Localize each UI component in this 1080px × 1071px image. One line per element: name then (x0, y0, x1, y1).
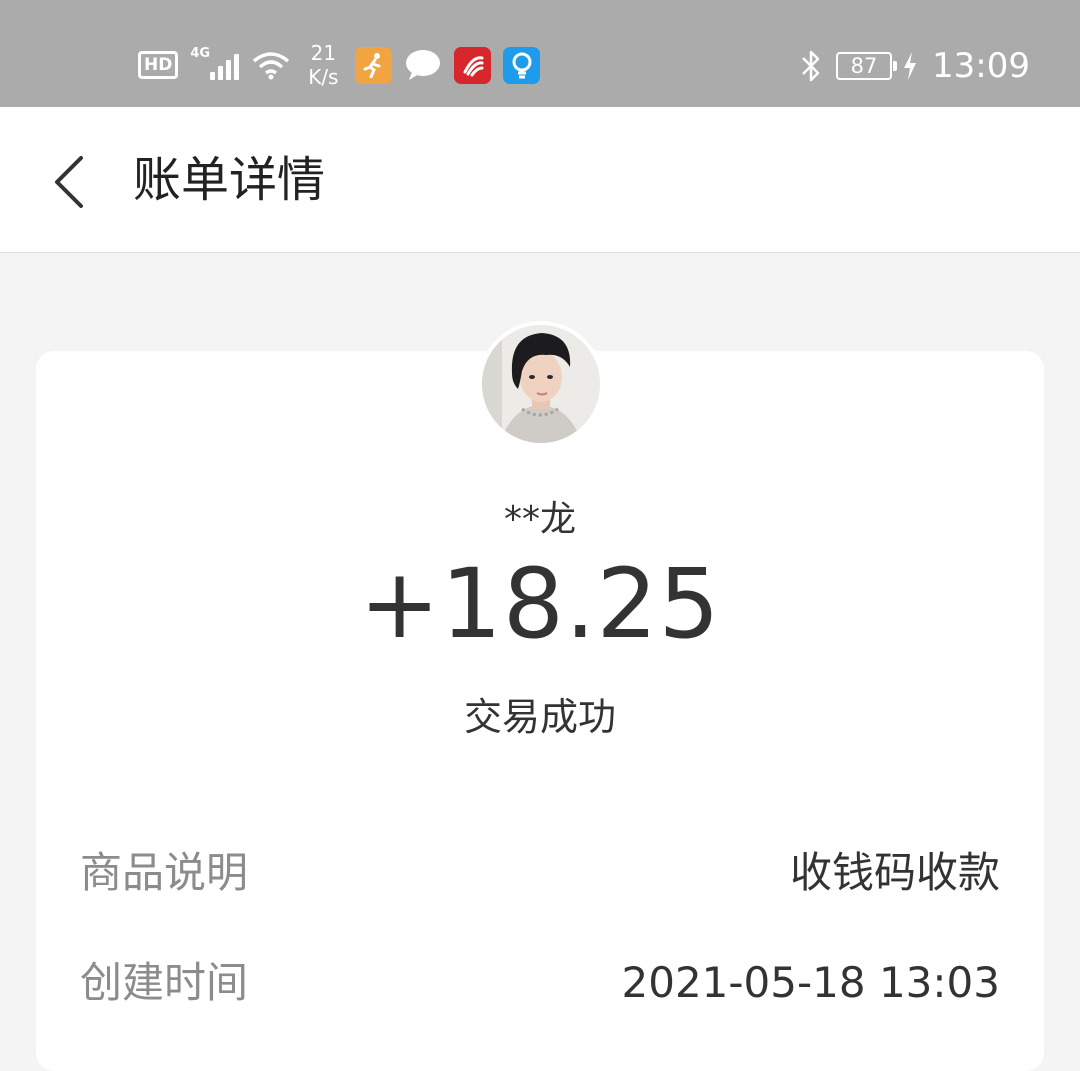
fitness-app-icon (355, 46, 393, 84)
status-left-icons: HD 4G 21 K/s (138, 40, 541, 90)
avatar-photo (482, 325, 600, 443)
bluetooth-icon (802, 50, 820, 82)
nav-bar: 账单详情 (0, 107, 1080, 253)
status-bar: HD 4G 21 K/s 87 13:09 (0, 0, 1080, 107)
transaction-status: 交易成功 (463, 695, 616, 739)
chevron-left-icon (55, 156, 83, 208)
speed-unit: K/s (308, 65, 339, 89)
speed-value: 21 (310, 41, 337, 65)
row-value: 2021-05-18 13:03 (621, 958, 1000, 1007)
page-title: 账单详情 (133, 152, 326, 208)
row-label: 创建时间 (80, 958, 249, 1007)
charging-icon (904, 52, 917, 80)
row-value: 收钱码收款 (789, 848, 1000, 897)
row-label: 商品说明 (80, 848, 249, 897)
product-description-row: 商品说明 收钱码收款 (80, 843, 1000, 903)
network-speed: 21 K/s (303, 41, 343, 89)
signal-icon: 4G (190, 46, 240, 80)
red-app-icon (454, 46, 492, 84)
lightbulb-app-icon (503, 46, 541, 84)
clock-time: 13:09 (932, 46, 1030, 86)
hd-icon: HD (138, 51, 179, 79)
back-button[interactable] (38, 147, 98, 217)
network-type-label: 4G (190, 46, 211, 61)
counterparty-name: **龙 (503, 499, 576, 540)
created-time-row: 创建时间 2021-05-18 13:03 (80, 953, 1000, 1013)
status-right-icons: 87 13:09 (800, 40, 1030, 92)
transaction-amount: +18.25 (359, 548, 721, 660)
battery-icon: 87 (836, 52, 898, 80)
message-app-icon (406, 50, 441, 80)
wifi-icon (253, 52, 290, 80)
avatar[interactable] (478, 321, 604, 447)
